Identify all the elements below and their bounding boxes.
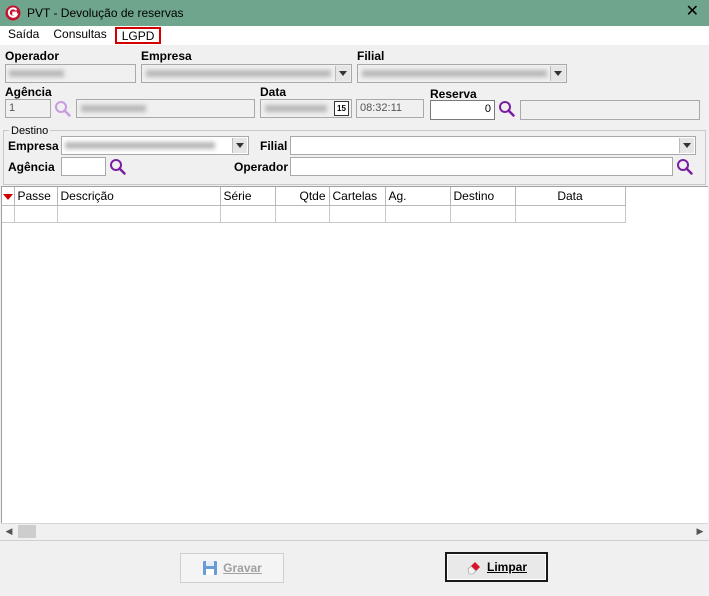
redacted-text [9, 70, 64, 77]
empresa-select[interactable] [141, 64, 352, 83]
search-icon[interactable] [498, 100, 516, 118]
grid-cell[interactable] [385, 205, 451, 223]
button-panel: Gravar Limpar [0, 540, 709, 596]
menu-bar: Saída Consultas LGPD [0, 26, 709, 45]
search-icon[interactable] [676, 158, 694, 176]
destino-filial-label: Filial [260, 139, 288, 153]
grid-cell[interactable] [2, 205, 15, 223]
window-title: PVT - Devolução de reservas [27, 6, 184, 20]
close-icon[interactable]: ✕ [686, 3, 699, 21]
filial-select[interactable] [357, 64, 567, 83]
col-serie[interactable]: Série [220, 187, 276, 206]
col-passe[interactable]: Passe [14, 187, 58, 206]
calendar-icon[interactable]: 15 [334, 101, 349, 116]
grid-header-row: Passe Descrição Série Qtde Cartelas Ag. … [2, 187, 626, 206]
menu-saida[interactable]: Saída [2, 27, 45, 44]
save-icon [203, 561, 218, 575]
destino-agencia-label: Agência [8, 160, 55, 174]
menu-consultas[interactable]: Consultas [47, 27, 112, 44]
redacted-text [65, 142, 215, 149]
destino-operador-label: Operador [234, 160, 289, 174]
destino-legend: Destino [9, 125, 51, 137]
empresa-label: Empresa [141, 49, 192, 63]
destino-agencia-input[interactable] [61, 157, 106, 176]
scroll-right-icon[interactable]: ▶ [692, 524, 708, 539]
gravar-label: Gravar [223, 561, 262, 575]
operador-label: Operador [5, 49, 60, 63]
reserva-input[interactable]: 0 [430, 100, 495, 120]
grid-cell[interactable] [275, 205, 330, 223]
destino-filial-select[interactable] [290, 136, 696, 155]
search-icon[interactable] [54, 100, 72, 118]
chevron-down-icon[interactable] [679, 138, 694, 153]
redacted-text [81, 105, 146, 112]
grid-cell[interactable] [220, 205, 276, 223]
redacted-text [146, 70, 331, 77]
grid-cell[interactable] [57, 205, 221, 223]
agencia-field[interactable]: 1 [5, 99, 51, 118]
limpar-label: Limpar [486, 560, 527, 574]
redacted-text [362, 70, 547, 77]
destino-operador-input[interactable] [290, 157, 673, 176]
col-data[interactable]: Data [515, 187, 626, 206]
search-icon[interactable] [109, 158, 127, 176]
grid-cell[interactable] [515, 205, 626, 223]
filial-label: Filial [357, 49, 385, 63]
limpar-button[interactable]: Limpar [445, 552, 548, 582]
chevron-down-icon[interactable] [550, 66, 565, 81]
destino-empresa-label: Empresa [8, 139, 59, 153]
date-field[interactable]: 15 [260, 99, 352, 118]
scroll-thumb[interactable] [18, 525, 36, 538]
app-logo-icon [5, 5, 21, 21]
scroll-left-icon[interactable]: ◀ [1, 524, 17, 539]
grid-cell[interactable] [14, 205, 58, 223]
agencia-name-field [76, 99, 255, 118]
operador-field [5, 64, 136, 83]
horizontal-scrollbar[interactable]: ◀ ▶ [1, 523, 708, 539]
sort-indicator-icon [3, 193, 13, 200]
chevron-down-icon[interactable] [232, 138, 247, 153]
reservas-grid[interactable]: Passe Descrição Série Qtde Cartelas Ag. … [1, 186, 708, 523]
chevron-down-icon[interactable] [335, 66, 350, 81]
col-qtde[interactable]: Qtde [275, 187, 330, 206]
row-indicator-header [2, 187, 15, 206]
time-field[interactable]: 08:32:11 [356, 99, 424, 118]
col-ag[interactable]: Ag. [385, 187, 451, 206]
eraser-icon [467, 562, 480, 575]
redacted-text [265, 105, 327, 112]
table-row[interactable] [2, 205, 626, 223]
agencia-label: Agência [5, 85, 52, 99]
menu-lgpd[interactable]: LGPD [114, 27, 162, 44]
col-destino[interactable]: Destino [450, 187, 516, 206]
destino-empresa-select[interactable] [61, 136, 249, 155]
gravar-button[interactable]: Gravar [180, 553, 284, 583]
col-cartelas[interactable]: Cartelas [329, 187, 386, 206]
grid-cell[interactable] [450, 205, 516, 223]
grid-table: Passe Descrição Série Qtde Cartelas Ag. … [2, 187, 626, 223]
grid-cell[interactable] [329, 205, 386, 223]
data-label: Data [260, 85, 287, 99]
title-bar: PVT - Devolução de reservas ✕ [0, 0, 709, 26]
reserva-desc-field [520, 100, 700, 120]
col-descricao[interactable]: Descrição [57, 187, 221, 206]
reserva-label: Reserva [430, 87, 477, 101]
